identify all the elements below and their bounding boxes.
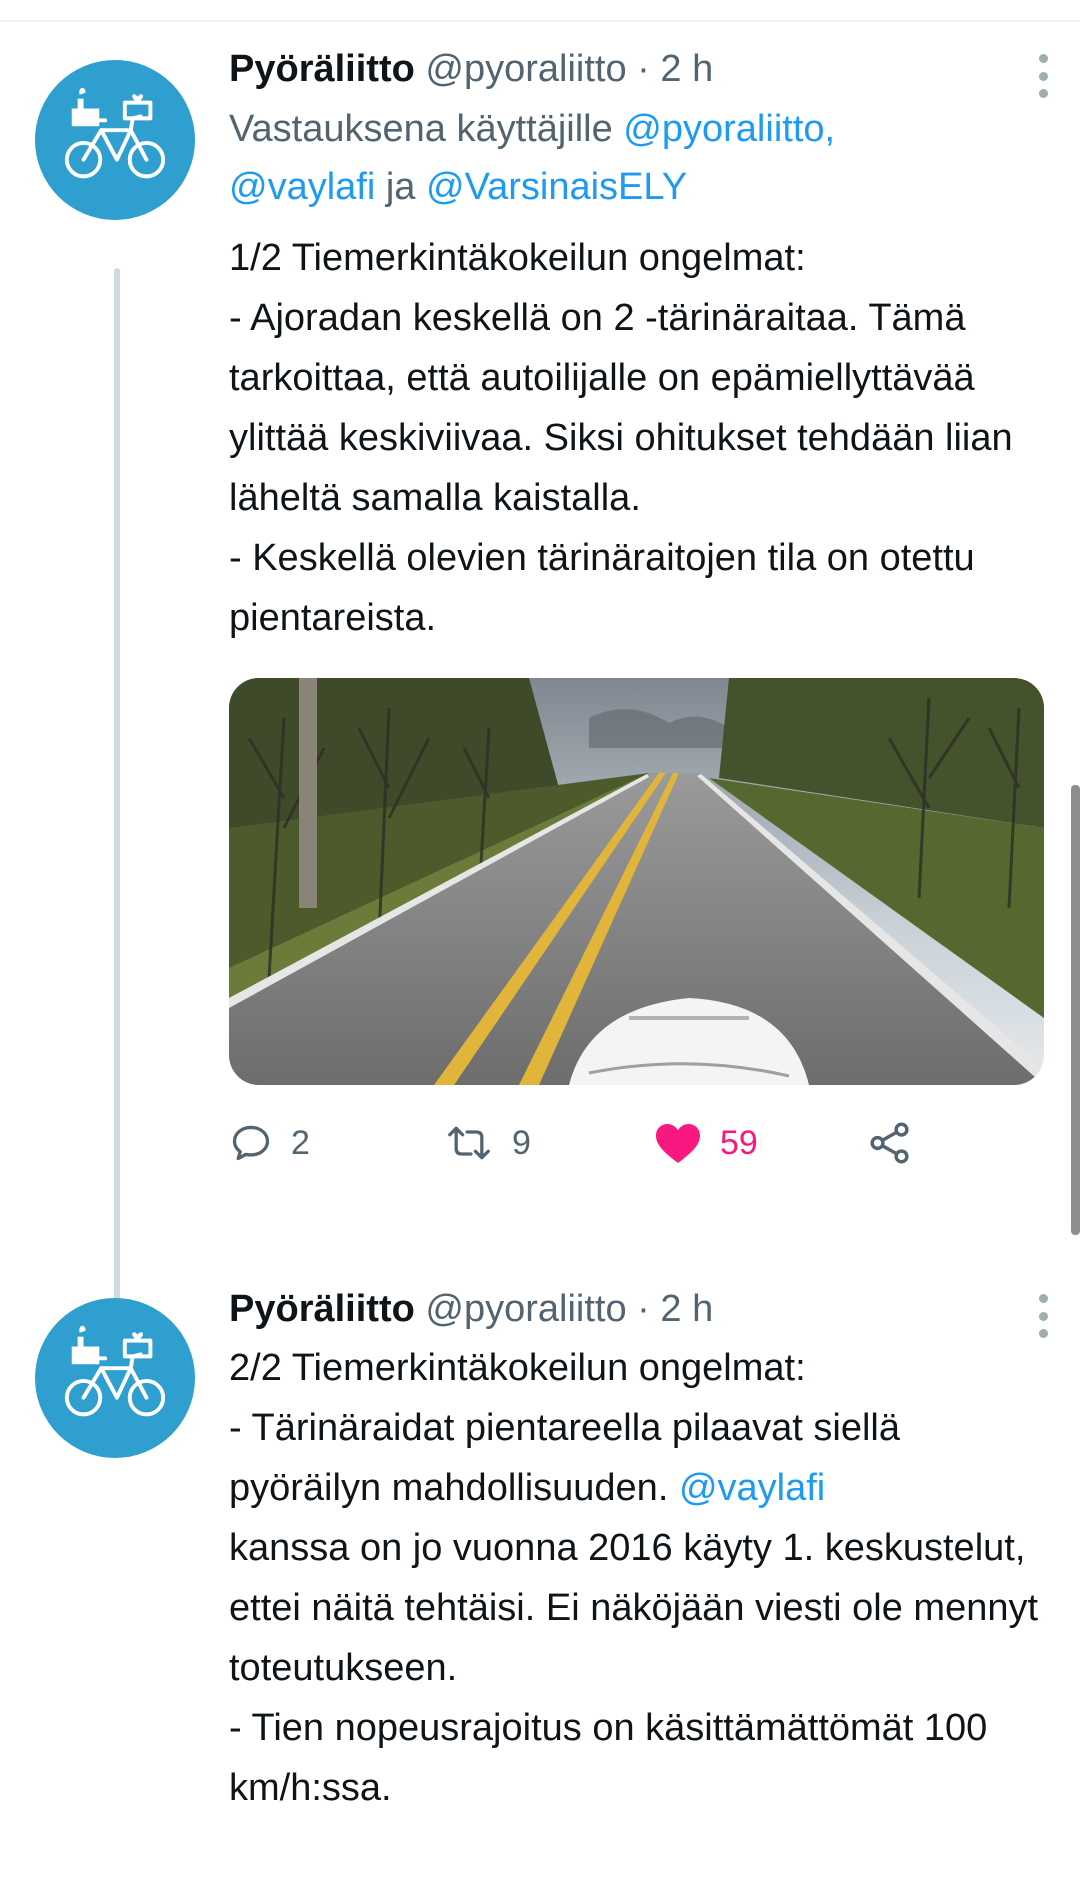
tweet-actions: 2 9 59 — [229, 1103, 1039, 1183]
reply-count: 2 — [291, 1123, 310, 1162]
retweet-count: 9 — [512, 1123, 531, 1162]
separator-dot: · — [637, 48, 650, 90]
heart-icon — [656, 1124, 700, 1163]
mention-link[interactable]: @vaylafi — [229, 166, 375, 208]
mention-link[interactable]: @VarsinaisELY — [426, 166, 687, 208]
timestamp[interactable]: 2 h — [660, 48, 713, 90]
author-name[interactable]: Pyöräliitto — [229, 1288, 415, 1330]
share-icon — [870, 1122, 909, 1164]
top-divider — [0, 20, 1080, 22]
bicycle-logo-icon — [64, 87, 166, 179]
reply-button[interactable]: 2 — [229, 1103, 310, 1183]
tweet-text-part2: kanssa on jo vuonna 2016 käyty 1. keskus… — [229, 1527, 1039, 1809]
tweet-content: Pyöräliitto @pyoraliitto · 2 h Vastaukse… — [229, 40, 1048, 1183]
author-handle[interactable]: @pyoraliitto — [425, 48, 626, 90]
like-count: 59 — [720, 1123, 758, 1162]
tweet-header: Pyöräliitto @pyoraliitto · 2 h — [229, 1280, 1039, 1338]
tweet-image[interactable] — [229, 678, 1044, 1085]
author-name[interactable]: Pyöräliitto — [229, 48, 415, 90]
reply-prefix: Vastauksena käyttäjille — [229, 108, 613, 150]
tweet-text: 1/2 Tiemerkintäkokeilun ongelmat: - Ajor… — [229, 237, 1013, 639]
mention-link[interactable]: @pyoraliitto, — [623, 108, 835, 150]
thread-line — [114, 268, 120, 1328]
avatar[interactable] — [35, 60, 195, 220]
retweet-button[interactable]: 9 — [444, 1103, 531, 1183]
reply-icon — [232, 1125, 270, 1161]
tweet-content: Pyöräliitto @pyoraliitto · 2 h 2/2 Tieme… — [229, 1280, 1048, 1818]
more-vertical-icon[interactable] — [1039, 54, 1051, 98]
retweet-icon — [448, 1126, 490, 1160]
reply-and: ja — [385, 166, 416, 208]
separator-dot: · — [637, 1288, 650, 1330]
tweet-header: Pyöräliitto @pyoraliitto · 2 h — [229, 40, 1039, 98]
share-button[interactable] — [867, 1103, 913, 1183]
like-button[interactable]: 59 — [654, 1103, 758, 1183]
bicycle-logo-icon — [64, 1325, 166, 1417]
author-handle[interactable]: @pyoraliitto — [425, 1288, 626, 1330]
timestamp[interactable]: 2 h — [660, 1288, 713, 1330]
more-vertical-icon[interactable] — [1039, 1294, 1051, 1338]
tweet-text: 2/2 Tiemerkintäkokeilun ongelmat: - Täri… — [229, 1338, 1039, 1818]
reply-context: Vastauksena käyttäjille @pyoraliitto, @v… — [229, 100, 1039, 216]
scrollbar[interactable] — [1071, 785, 1080, 1235]
road-photo — [229, 678, 1044, 1085]
mention-link[interactable]: @vaylafi — [679, 1467, 825, 1509]
avatar[interactable] — [35, 1298, 195, 1458]
